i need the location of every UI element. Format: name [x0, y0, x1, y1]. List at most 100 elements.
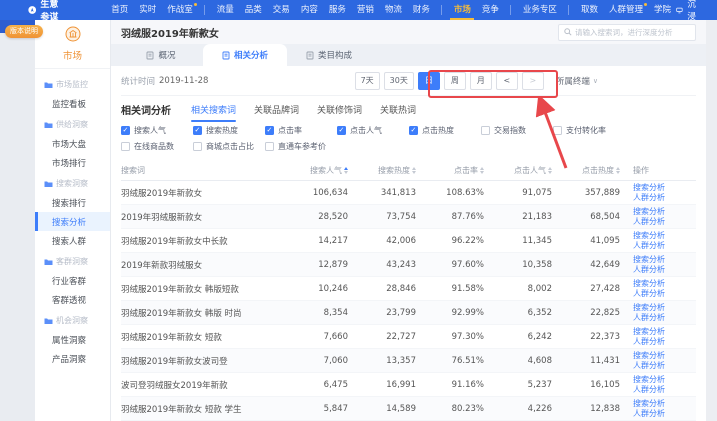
sidebar-item[interactable]: 搜索洞察	[35, 174, 110, 193]
column-header[interactable]: 操作	[620, 165, 696, 176]
nav-item[interactable]: 内容	[295, 0, 323, 20]
date-range-button[interactable]: 周	[444, 72, 466, 90]
sidebar-item[interactable]: 客群洞察	[35, 252, 110, 271]
crowd-analysis-link[interactable]: 人群分析	[633, 289, 696, 299]
nav-item[interactable]: 竞争	[476, 0, 504, 20]
nav-item[interactable]	[568, 5, 569, 15]
nav-item[interactable]	[204, 5, 205, 15]
crowd-analysis-link[interactable]: 人群分析	[633, 265, 696, 275]
sidebar-item[interactable]: 行业客群	[35, 271, 110, 290]
nav-item[interactable]	[441, 5, 442, 15]
main-tab[interactable]: 概况	[119, 44, 203, 66]
metric-checkbox[interactable]: 点击人气	[337, 125, 409, 136]
nav-item[interactable]: 实时	[134, 0, 162, 20]
search-analysis-link[interactable]: 搜索分析	[633, 255, 696, 265]
nav-item[interactable]: 取数	[575, 0, 603, 20]
crowd-analysis-link[interactable]: 人群分析	[633, 193, 696, 203]
sidebar-item[interactable]: 客群透视	[35, 290, 110, 309]
checkbox-icon	[409, 126, 418, 135]
crowd-analysis-link[interactable]: 人群分析	[633, 385, 696, 395]
date-range-button[interactable]: 7天	[355, 72, 380, 90]
subtab[interactable]: 关联修饰词	[317, 96, 362, 122]
nav-item[interactable]: 营销	[351, 0, 379, 20]
nav-item[interactable]: 品类	[239, 0, 267, 20]
brand[interactable]: 生意参谋	[28, 0, 66, 23]
crowd-analysis-link[interactable]: 人群分析	[633, 313, 696, 323]
nav-menu: 首页实时作战室 流量品类交易内容服务营销物流财务市场竞争业务专区取数人群管理学院	[106, 0, 677, 20]
sidebar-item[interactable]: 产品洞察	[35, 349, 110, 368]
search-heat-cell: 23,799	[348, 308, 416, 318]
search-analysis-link[interactable]: 搜索分析	[633, 303, 696, 313]
metric-checkbox[interactable]: 支付转化率	[553, 125, 625, 136]
search-analysis-link[interactable]: 搜索分析	[633, 375, 696, 385]
metric-checkbox[interactable]: 搜索热度	[193, 125, 265, 136]
search-analysis-link[interactable]: 搜索分析	[633, 351, 696, 361]
metric-checkbox[interactable]: 商城点击占比	[193, 141, 265, 152]
metric-checkbox[interactable]: 点击热度	[409, 125, 481, 136]
nav-right[interactable]: 沉浸	[676, 0, 703, 22]
nav-item[interactable]: 流量	[211, 0, 239, 20]
nav-item-label: 流量	[217, 5, 234, 15]
metric-checkbox[interactable]: 搜索人气	[121, 125, 193, 136]
nav-item[interactable]: 财务	[407, 0, 435, 20]
scrollbar-track[interactable]	[706, 20, 717, 421]
subtab[interactable]: 关联热词	[380, 96, 416, 122]
metric-checkbox[interactable]: 交易指数	[481, 125, 553, 136]
sidebar-item[interactable]: 搜索排行	[35, 193, 110, 212]
search-analysis-link[interactable]: 搜索分析	[633, 399, 696, 409]
nav-item[interactable]: 交易	[267, 0, 295, 20]
date-range-button[interactable]: 日	[418, 72, 440, 90]
column-header[interactable]: 点击率	[416, 165, 484, 176]
date-range-button[interactable]: >	[522, 72, 544, 90]
sidebar-item[interactable]: 搜索人群	[35, 231, 110, 250]
crowd-analysis-link[interactable]: 人群分析	[633, 409, 696, 419]
column-header[interactable]: 搜索热度	[348, 165, 416, 176]
search-analysis-link[interactable]: 搜索分析	[633, 183, 696, 193]
metric-checkbox[interactable]: 在线商品数	[121, 141, 193, 152]
nav-item[interactable]: 业务专区	[517, 0, 562, 20]
column-header[interactable]: 点击热度	[552, 165, 620, 176]
search-analysis-link[interactable]: 搜索分析	[633, 207, 696, 217]
terminal-dropdown[interactable]: 所属终端 ∨	[556, 75, 598, 87]
column-header[interactable]: 搜索词	[121, 165, 280, 176]
nav-item[interactable]: 作战室	[162, 0, 199, 20]
metric-checkbox[interactable]: 点击率	[265, 125, 337, 136]
nav-item[interactable]: 人群管理	[603, 0, 648, 20]
subtab[interactable]: 相关搜索词	[191, 96, 236, 122]
nav-item[interactable]: 学院	[648, 0, 676, 20]
column-header[interactable]: 点击人气	[484, 165, 552, 176]
nav-item[interactable]: 服务	[323, 0, 351, 20]
date-range-button[interactable]: 月	[470, 72, 492, 90]
nav-item[interactable]: 物流	[379, 0, 407, 20]
crowd-analysis-link[interactable]: 人群分析	[633, 337, 696, 347]
nav-item[interactable]: 首页	[106, 0, 134, 20]
folder-icon	[44, 121, 53, 129]
crowd-analysis-link[interactable]: 人群分析	[633, 241, 696, 251]
search-analysis-link[interactable]: 搜索分析	[633, 327, 696, 337]
nav-item[interactable]: 市场	[448, 0, 476, 20]
date-range-button[interactable]: 30天	[384, 72, 414, 90]
nav-item[interactable]	[510, 5, 511, 15]
sidebar-item[interactable]: 市场排行	[35, 153, 110, 172]
date-range-button[interactable]: <	[496, 72, 518, 90]
search-analysis-link[interactable]: 搜索分析	[633, 231, 696, 241]
search-box[interactable]	[558, 24, 696, 41]
version-notes-badge[interactable]: 版本说明	[5, 25, 43, 38]
column-header[interactable]: 搜索人气	[280, 165, 348, 176]
sidebar-item[interactable]: 市场监控	[35, 75, 110, 94]
crowd-analysis-link[interactable]: 人群分析	[633, 217, 696, 227]
sidebar-item[interactable]: 机会洞察	[35, 311, 110, 330]
sidebar-item[interactable]: 市场大盘	[35, 134, 110, 153]
main-tab[interactable]: 类目构成	[287, 44, 371, 66]
sidebar-item[interactable]: 供给洞察	[35, 115, 110, 134]
search-analysis-link[interactable]: 搜索分析	[633, 279, 696, 289]
crowd-analysis-link[interactable]: 人群分析	[633, 361, 696, 371]
search-input[interactable]	[575, 28, 690, 37]
sidebar-item[interactable]: 监控看板	[35, 94, 110, 113]
metric-checkbox[interactable]: 直通车参考价	[265, 141, 337, 152]
immersive-label: 沉浸	[687, 0, 703, 22]
main-tab[interactable]: 相关分析	[203, 44, 287, 66]
sidebar-item[interactable]: 搜索分析	[35, 212, 110, 231]
sidebar-item[interactable]: 属性洞察	[35, 330, 110, 349]
subtab[interactable]: 关联品牌词	[254, 96, 299, 122]
